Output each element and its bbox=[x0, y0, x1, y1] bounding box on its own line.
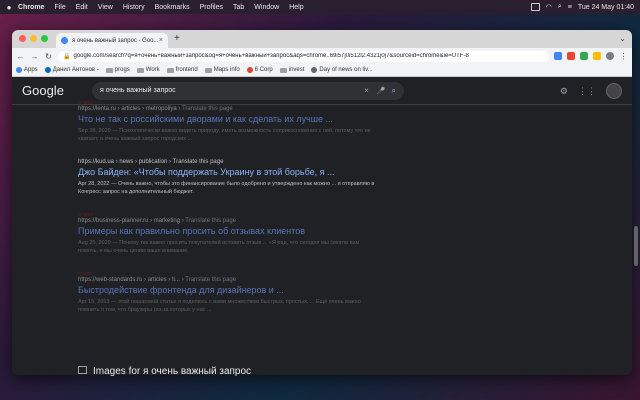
menu-view[interactable]: View bbox=[98, 4, 113, 11]
profile-avatar[interactable] bbox=[606, 52, 614, 60]
menu-file[interactable]: File bbox=[54, 4, 65, 11]
bookmark-folder[interactable]: Maps info bbox=[204, 67, 240, 73]
bookmarks-bar: Apps Данил Антонов - progs Work frontend… bbox=[12, 64, 632, 77]
apple-icon[interactable]: ● bbox=[0, 3, 18, 12]
minimize-window-button[interactable] bbox=[30, 35, 37, 42]
macos-menubar: ● Chrome File Edit View History Bookmark… bbox=[0, 0, 640, 14]
chrome-menu-icon[interactable]: ⋮ bbox=[619, 52, 628, 61]
menu-bookmarks[interactable]: Bookmarks bbox=[155, 4, 190, 11]
forward-button[interactable]: → bbox=[30, 52, 39, 61]
extension-icon[interactable] bbox=[567, 52, 575, 60]
result-title[interactable]: Что не так с российскими дворами и как с… bbox=[78, 114, 378, 125]
menu-profiles[interactable]: Profiles bbox=[200, 4, 223, 11]
search-input[interactable]: я очень важный запрос × 🎤 ⌕ bbox=[92, 81, 404, 100]
result-cite: https://business-planner.ru › marketing … bbox=[78, 218, 237, 224]
tab-title: я очень важный запрос - Goo... bbox=[72, 37, 159, 44]
bookmark-folder[interactable]: progs bbox=[105, 67, 130, 73]
tab-search-chevron-icon[interactable]: ⌄ bbox=[619, 34, 626, 43]
result-cite: https://web-standards.ru › articles › ti… bbox=[78, 277, 237, 283]
extension-icon[interactable] bbox=[554, 52, 562, 60]
folder-icon bbox=[105, 67, 113, 73]
result-title[interactable]: Примеры как правильно просить об отзывах… bbox=[78, 226, 378, 237]
wifi-icon[interactable]: ◠ bbox=[546, 3, 552, 11]
close-window-button[interactable] bbox=[19, 35, 26, 42]
result-snippet: Apr 15, 2013 — этой пошаговой статье я п… bbox=[78, 299, 361, 313]
folder-icon bbox=[136, 67, 144, 73]
menubar-status: ◠ ⌕ ≡ Tue 24 May 01:40 bbox=[530, 0, 634, 14]
bookmark-item[interactable]: Day of news on liv... bbox=[311, 67, 373, 73]
bookmark-folder[interactable]: invest bbox=[279, 67, 304, 73]
folder-icon bbox=[204, 67, 212, 73]
apps-grid-icon bbox=[16, 67, 22, 73]
translate-link[interactable]: Translate this page bbox=[182, 106, 233, 112]
translate-link[interactable]: Translate this page bbox=[185, 218, 236, 224]
menu-help[interactable]: Help bbox=[289, 4, 303, 11]
bookmark-item[interactable]: 6 Corp bbox=[246, 67, 273, 73]
menu-edit[interactable]: Edit bbox=[76, 4, 88, 11]
search-spotlight-icon[interactable]: ⌕ bbox=[558, 3, 562, 11]
result-item: https://kud.ua › news › publication › Tr… bbox=[78, 159, 378, 196]
extension-icon[interactable] bbox=[580, 52, 588, 60]
bookmark-folder[interactable]: frontend bbox=[166, 67, 198, 73]
clear-icon[interactable]: × bbox=[364, 86, 369, 95]
mic-icon[interactable]: 🎤 bbox=[377, 87, 386, 95]
browser-toolbar: ← → ↻ 🔒 google.com/search?q=я+очень+важн… bbox=[12, 48, 632, 64]
apps-grid-icon[interactable]: ⋮⋮ bbox=[578, 86, 596, 97]
google-logo[interactable]: Google bbox=[22, 83, 80, 98]
menu-history[interactable]: History bbox=[123, 4, 145, 11]
address-bar[interactable]: 🔒 google.com/search?q=я+очень+важный+зап… bbox=[58, 50, 549, 62]
image-icon bbox=[78, 366, 87, 374]
google-favicon-icon bbox=[61, 37, 68, 44]
result-snippet: Sep 28, 2020 — Психологически важно виде… bbox=[78, 128, 371, 142]
result-snippet: Apr 28, 2022 — Очень важно, чтобы это фи… bbox=[78, 181, 375, 195]
tab-close-icon[interactable]: × bbox=[159, 37, 163, 44]
reload-button[interactable]: ↻ bbox=[44, 52, 53, 61]
url-text[interactable]: google.com/search?q=я+очень+важный+запро… bbox=[73, 53, 468, 59]
header-actions: ⚙ ⋮⋮ bbox=[560, 83, 622, 99]
result-snippet: Aug 25, 2020 — Почему так важно просить … bbox=[78, 240, 360, 254]
linkedin-icon bbox=[44, 67, 51, 73]
extension-icon[interactable] bbox=[593, 52, 601, 60]
folder-icon bbox=[166, 67, 174, 73]
translate-link[interactable]: Translate this page bbox=[185, 277, 236, 283]
menu-chrome[interactable]: Chrome bbox=[18, 4, 44, 11]
search-icon[interactable]: ⌕ bbox=[392, 86, 396, 96]
control-center-icon[interactable]: ≡ bbox=[568, 4, 572, 11]
scrollbar[interactable] bbox=[634, 116, 638, 386]
avatar[interactable] bbox=[606, 83, 622, 99]
lock-icon[interactable]: 🔒 bbox=[63, 53, 70, 60]
result-cite: https://kud.ua › news › publication › Tr… bbox=[78, 159, 224, 165]
window-controls bbox=[19, 35, 48, 42]
site-icon bbox=[246, 67, 253, 73]
folder-icon bbox=[279, 67, 287, 73]
result-title[interactable]: Джо Байден: «Чтобы поддержать Украину в … bbox=[78, 167, 378, 178]
back-button[interactable]: ← bbox=[16, 52, 25, 61]
gear-icon[interactable]: ⚙ bbox=[560, 86, 568, 97]
battery-icon[interactable] bbox=[530, 3, 540, 11]
scrollbar-thumb[interactable] bbox=[634, 226, 638, 266]
tab-active[interactable]: я очень важный запрос - Goo... × bbox=[56, 33, 168, 48]
search-query[interactable]: я очень важный запрос bbox=[100, 87, 364, 94]
result-title[interactable]: Быстродействие фронтенда для дизайнеров … bbox=[78, 285, 378, 296]
result-item: ry adw https://web-standards.ru › articl… bbox=[78, 271, 378, 314]
images-section-heading[interactable]: Images for я очень важный запрос bbox=[78, 366, 251, 377]
bookmark-apps[interactable]: Apps bbox=[16, 67, 38, 73]
result-item: ry adw https://business-planner.ru › mar… bbox=[78, 212, 378, 255]
bookmark-folder[interactable]: Work bbox=[136, 67, 160, 73]
zoom-window-button[interactable] bbox=[41, 35, 48, 42]
new-tab-button[interactable]: + bbox=[174, 33, 180, 44]
bookmark-item[interactable]: Данил Антонов - bbox=[44, 67, 99, 73]
clock[interactable]: Tue 24 May 01:40 bbox=[578, 4, 634, 11]
result-item: ry adw https://lenta.ru › articles › met… bbox=[78, 100, 378, 143]
menu-window[interactable]: Window bbox=[254, 4, 279, 11]
tab-strip: я очень важный запрос - Goo... × + ⌄ bbox=[12, 30, 632, 48]
search-results: ry adw https://lenta.ru › articles › met… bbox=[78, 100, 378, 330]
translate-link[interactable]: Translate this page bbox=[173, 159, 224, 165]
result-cite: https://lenta.ru › articles › metropoliy… bbox=[78, 106, 233, 112]
site-icon bbox=[311, 67, 318, 73]
menu-tab[interactable]: Tab bbox=[233, 4, 244, 11]
